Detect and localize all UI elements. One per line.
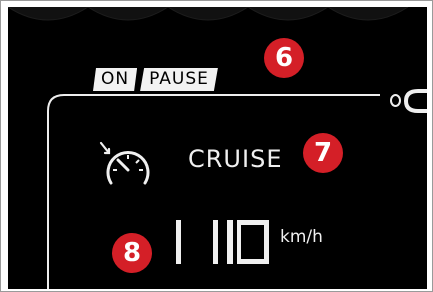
speed-digits xyxy=(176,220,269,264)
callout-marker-7: 7 xyxy=(303,133,343,173)
callout-marker-8: 8 xyxy=(112,233,152,273)
speed-unit: km/h xyxy=(280,227,323,247)
cruise-status-tags: ON PAUSE xyxy=(93,68,218,91)
instrument-display: ON PAUSE CRUISE km/h 6 7 8 xyxy=(8,7,427,289)
pause-tag: PAUSE xyxy=(140,68,218,91)
on-tag: ON xyxy=(93,68,137,91)
set-speed-readout xyxy=(173,217,273,267)
cruise-label: CRUISE xyxy=(188,145,283,173)
screenshot-frame: ON PAUSE CRUISE km/h 6 7 8 xyxy=(0,0,433,292)
cruise-control-icon xyxy=(99,141,150,185)
callout-marker-6: 6 xyxy=(264,38,304,78)
status-indicator-icon xyxy=(390,94,401,107)
